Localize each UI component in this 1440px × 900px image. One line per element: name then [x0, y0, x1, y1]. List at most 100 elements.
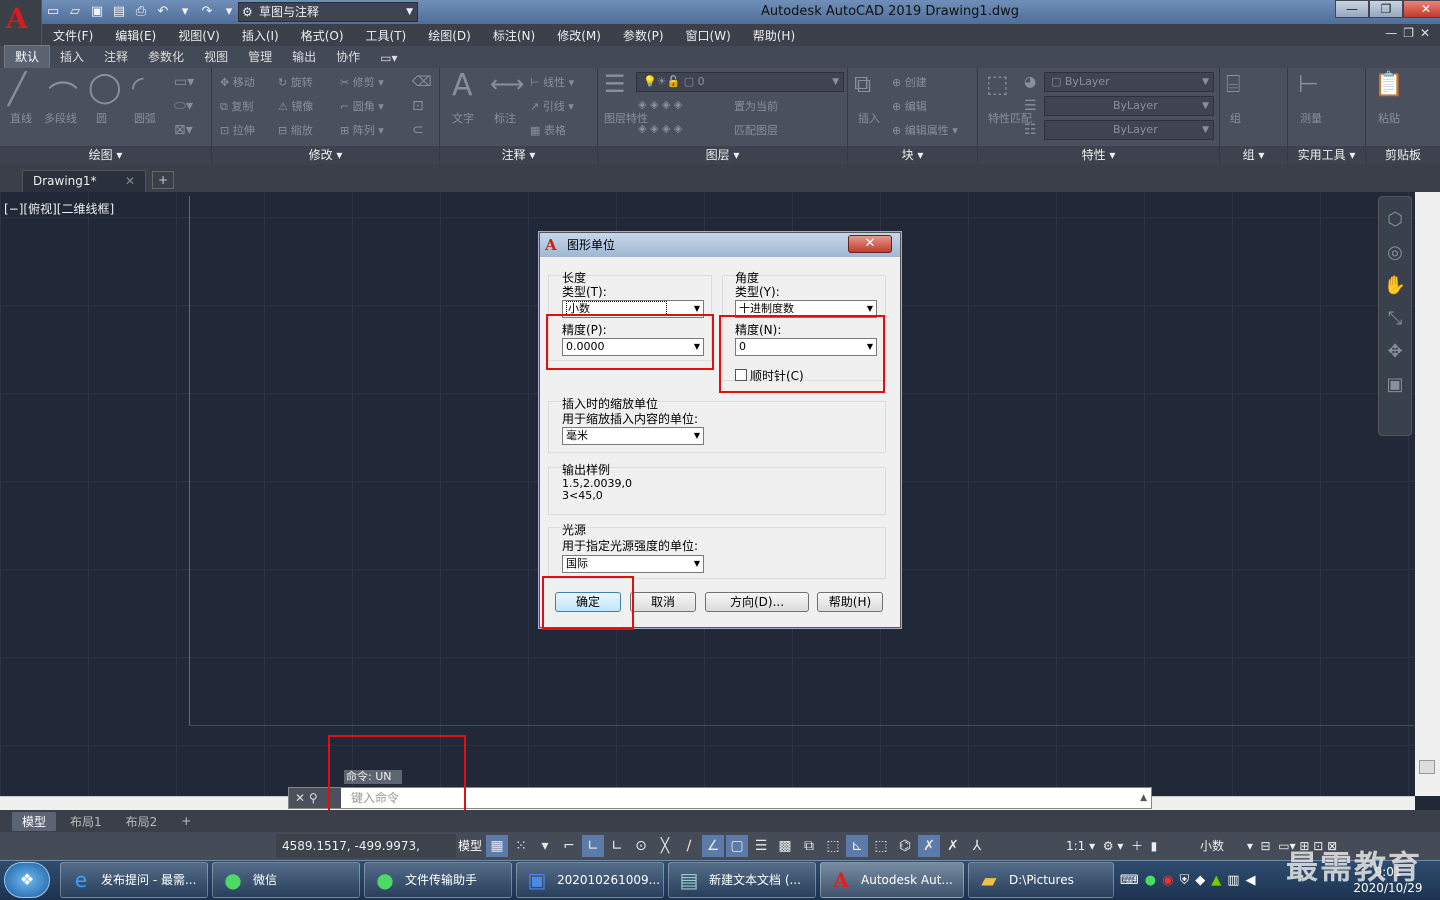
save-icon[interactable]: ▣: [88, 4, 106, 20]
clipboard-panel-title[interactable]: 剪贴板: [1366, 146, 1440, 164]
dialog-close-button[interactable]: ✕: [848, 235, 892, 253]
mirror-tool[interactable]: ⚠ 镜像: [278, 98, 313, 114]
app-menu-button[interactable]: A: [0, 0, 42, 46]
tab-manage[interactable]: 管理: [238, 46, 282, 68]
menu-tools[interactable]: 工具(T): [355, 27, 418, 44]
offset-icon[interactable]: ⊂: [412, 122, 424, 138]
group-panel-title[interactable]: 组 ▾: [1220, 146, 1287, 164]
draw-panel-title[interactable]: 绘图 ▾: [0, 146, 211, 164]
hatch-icon[interactable]: ⬭▾: [174, 98, 193, 114]
close-icon[interactable]: ✕: [125, 171, 135, 191]
dialog-title-bar[interactable]: A 图形单位 ✕: [540, 233, 900, 257]
annotation-panel-title[interactable]: 注释 ▾: [440, 146, 597, 164]
modify-panel-title[interactable]: 修改 ▾: [212, 146, 439, 164]
redo-dropdown-icon[interactable]: ▾: [220, 4, 238, 20]
taskbar-item-browser[interactable]: e 发布提问 - 最需...: [60, 862, 208, 898]
taskbar-item-document[interactable]: ▣ 202010261009...: [516, 862, 664, 898]
pan-icon[interactable]: ✋: [1379, 275, 1411, 296]
boundary-icon[interactable]: ⊠▾: [174, 122, 193, 138]
edit-block-tool[interactable]: ⊕ 编辑: [892, 98, 927, 114]
lighting-units-select[interactable]: 国际 ▼: [562, 555, 704, 573]
infer-icon[interactable]: ▾: [534, 835, 556, 857]
erase-icon[interactable]: ⌫: [412, 74, 432, 90]
leader-tool[interactable]: ↗ 引线 ▾: [530, 98, 574, 114]
transparency-icon[interactable]: ▩: [774, 835, 796, 857]
taskbar-item-file-transfer[interactable]: ● 文件传输助手: [364, 862, 512, 898]
taskbar-item-notepad[interactable]: ▤ 新建文本文档 (...: [668, 862, 816, 898]
redo-icon[interactable]: ↷: [198, 4, 216, 20]
workspace-dropdown[interactable]: ⚙ 草图与注释 ▼: [238, 2, 418, 22]
linetype-dropdown[interactable]: ByLayer ▼: [1044, 96, 1214, 116]
save-as-icon[interactable]: ▤: [110, 4, 128, 20]
keyboard-icon[interactable]: ⌨: [1120, 873, 1139, 888]
annotation-scale-icon[interactable]: ⅄: [966, 835, 988, 857]
annotation-visibility-icon[interactable]: ✗: [918, 835, 940, 857]
layer-dropdown[interactable]: 💡☀🔓 ▢ 0 ▼: [636, 72, 844, 92]
move-tool[interactable]: ✥ 移动: [220, 74, 255, 90]
close-button[interactable]: ✕: [1403, 0, 1440, 18]
grid-icon[interactable]: ▦: [486, 835, 508, 857]
taskbar-item-autocad[interactable]: A Autodesk Aut...: [820, 862, 964, 898]
ucs-icon[interactable]: ⊾: [846, 835, 868, 857]
polyline-tool[interactable]: 多段线: [44, 110, 77, 126]
tab-layout1[interactable]: 布局1: [60, 812, 112, 831]
properties-panel-title[interactable]: 特性 ▾: [978, 146, 1219, 164]
dimension-tool[interactable]: 标注: [494, 110, 516, 126]
text-tool[interactable]: 文字: [452, 110, 474, 126]
linetype-icon[interactable]: ☰: [1024, 98, 1037, 114]
tab-layout2[interactable]: 布局2: [116, 812, 168, 831]
polar-icon[interactable]: ∟: [606, 835, 628, 857]
new-icon[interactable]: ▭: [44, 4, 62, 20]
auto-scale-icon[interactable]: ✗: [942, 835, 964, 857]
taskbar-item-wechat[interactable]: ● 微信: [212, 862, 360, 898]
object-snap-tracking-icon[interactable]: ∕: [678, 835, 700, 857]
rectangle-icon[interactable]: ▭▾: [174, 74, 194, 90]
snap-icon[interactable]: ⁙: [510, 835, 532, 857]
rotate-tool[interactable]: ↻ 旋转: [278, 74, 313, 90]
cancel-button[interactable]: 取消: [630, 592, 696, 612]
stretch-tool[interactable]: ⊡ 拉伸: [220, 122, 255, 138]
lineweight-toggle-icon[interactable]: ☰: [750, 835, 772, 857]
circle-tool[interactable]: 圆: [96, 110, 107, 126]
3d-osnap-icon[interactable]: ⬚: [822, 835, 844, 857]
maximize-button[interactable]: ❐: [1369, 0, 1403, 18]
lineweight-dropdown[interactable]: ByLayer ▼: [1044, 120, 1214, 140]
tab-insert[interactable]: 插入: [50, 46, 94, 68]
menu-edit[interactable]: 编辑(E): [104, 27, 167, 44]
tab-view[interactable]: 视图: [194, 46, 238, 68]
fillet-tool[interactable]: ⌐ 圆角 ▾: [340, 98, 384, 114]
chevron-up-icon[interactable]: ▲: [1140, 788, 1147, 808]
object-snap-icon[interactable]: ∠: [702, 835, 724, 857]
insert-block-tool[interactable]: 插入: [858, 110, 880, 126]
layer-tools-row2[interactable]: ◈ ◈ ◈ ◈: [638, 122, 682, 135]
measure-tool[interactable]: 测量: [1300, 110, 1322, 126]
viewport-controls[interactable]: [−][俯视][二维线框]: [4, 200, 114, 217]
tab-collaborate[interactable]: 协作: [326, 46, 370, 68]
steering-wheel-icon[interactable]: ◎: [1379, 242, 1411, 263]
menu-parametric[interactable]: 参数(P): [612, 27, 675, 44]
print-icon[interactable]: ⎙: [132, 4, 150, 20]
taskbar-item-explorer[interactable]: ▰ D:\Pictures: [968, 862, 1114, 898]
zoom-icon[interactable]: ⤡: [1379, 308, 1411, 329]
showmotion-icon[interactable]: ▣: [1379, 374, 1411, 395]
block-panel-title[interactable]: 块 ▾: [848, 146, 977, 164]
tab-home[interactable]: 默认: [4, 45, 51, 68]
nvidia-icon[interactable]: ▲: [1211, 873, 1221, 888]
scale-tool[interactable]: ⊟ 缩放: [278, 122, 313, 138]
set-current-tool[interactable]: 置为当前: [734, 98, 778, 114]
volume-icon[interactable]: ◀: [1246, 873, 1256, 888]
tab-annotate[interactable]: 注释: [94, 46, 138, 68]
cube-icon[interactable]: ◆: [1195, 873, 1205, 888]
ortho-icon[interactable]: ∟: [582, 835, 604, 857]
annotation-scale[interactable]: 1:1 ▾ ⚙ ▾ ＋ ▮: [1066, 834, 1157, 858]
document-window-controls[interactable]: —❐✕: [1385, 26, 1436, 40]
linear-tool[interactable]: ⊢ 线性 ▾: [530, 74, 574, 90]
vertical-scrollbar[interactable]: [1415, 192, 1440, 796]
line-tool[interactable]: 直线: [10, 110, 32, 126]
color-dropdown[interactable]: ▢ ByLayer ▼: [1044, 72, 1214, 92]
layers-panel-title[interactable]: 图层 ▾: [598, 146, 847, 164]
tab-output[interactable]: 输出: [282, 46, 326, 68]
table-tool[interactable]: ▦ 表格: [530, 122, 566, 138]
dynamic-input-icon[interactable]: ⌐: [558, 835, 580, 857]
annotation-monitor-icon[interactable]: ⌬: [894, 835, 916, 857]
